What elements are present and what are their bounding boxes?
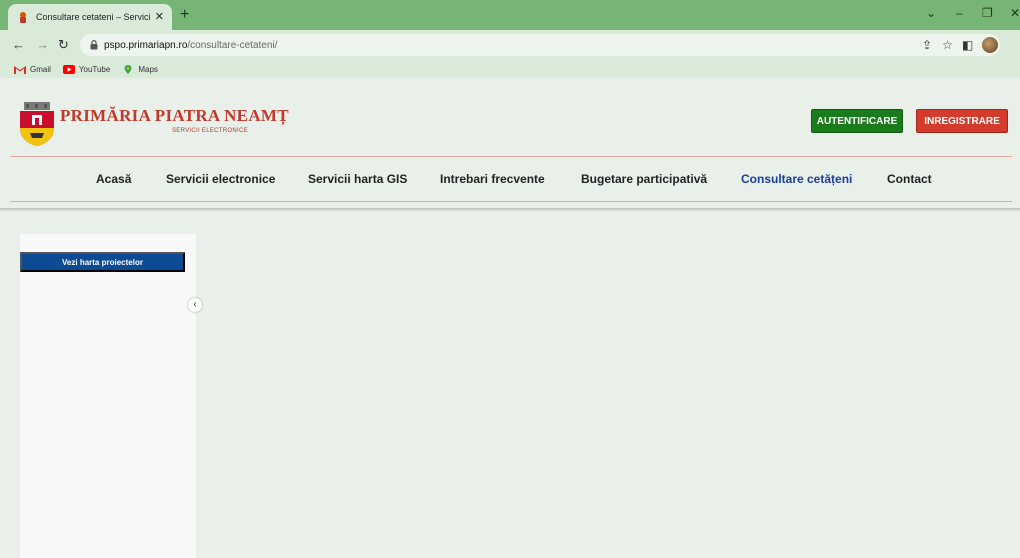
share-icon[interactable]: ⇪	[922, 37, 932, 53]
view-projects-map-button[interactable]: Vezi harta proiectelor	[20, 252, 185, 272]
header-divider-top	[10, 156, 1012, 157]
login-button[interactable]: AUTENTIFICARE	[811, 109, 903, 133]
forward-arrow-icon[interactable]: →	[36, 37, 49, 53]
browser-tabstrip: Consultare cetateni – Servicii ele ✕ + ⌄…	[0, 0, 1020, 30]
header-divider-bottom	[10, 201, 1012, 202]
bookmark-star-icon[interactable]: ☆	[942, 37, 953, 53]
profile-avatar[interactable]	[982, 37, 998, 53]
bookmark-label: Gmail	[30, 64, 51, 74]
projects-side-panel: Vezi harta proiectelor	[20, 234, 196, 558]
nav-item-servicii-harta-gis[interactable]: Servicii harta GIS	[308, 172, 407, 186]
gmail-icon	[14, 65, 26, 74]
bookmark-youtube[interactable]: YouTube	[62, 64, 111, 74]
lock-icon	[90, 40, 98, 50]
tab-close-icon[interactable]: ✕	[155, 11, 164, 23]
tab-title: Consultare cetateni – Servicii ele	[36, 12, 151, 22]
site-header: PRIMĂRIA PIATRA NEAMȚ SERVICII ELECTRONI…	[0, 78, 1020, 210]
bookmarks-bar: Gmail YouTube Maps	[0, 60, 1020, 78]
main-nav: Acasă Servicii electronice Servicii hart…	[0, 172, 1020, 190]
site-favicon-icon	[20, 12, 26, 23]
nav-item-bugetare-participativa[interactable]: Bugetare participativă	[581, 172, 707, 186]
side-panel-icon[interactable]: ◧	[962, 37, 973, 53]
header-shadow	[0, 208, 1020, 212]
collapse-panel-chevron-icon[interactable]: ‹	[188, 298, 202, 312]
tab-search-chevron-icon[interactable]: ⌄	[926, 6, 936, 20]
url-path: /consultare-cetateni/	[187, 39, 278, 51]
browser-tab-active[interactable]: Consultare cetateni – Servicii ele ✕	[8, 4, 172, 30]
city-crest-icon[interactable]	[18, 102, 56, 146]
nav-item-acasa[interactable]: Acasă	[96, 172, 131, 186]
browser-toolbar: ← → ↻ pspo.primariapn.ro /consultare-cet…	[0, 30, 1020, 60]
site-subtitle: SERVICII ELECTRONICE	[172, 128, 248, 134]
register-button[interactable]: INREGISTRARE	[916, 109, 1008, 133]
bookmark-gmail[interactable]: Gmail	[14, 65, 51, 74]
nav-item-consultare-cetateni[interactable]: Consultare cetățeni	[741, 172, 852, 186]
url-host: pspo.primariapn.ro	[104, 39, 188, 51]
address-bar[interactable]: pspo.primariapn.ro /consultare-cetateni/	[80, 34, 1000, 56]
new-tab-button[interactable]: +	[180, 6, 189, 24]
maps-icon	[124, 64, 132, 74]
maximize-icon[interactable]: ❐	[982, 6, 993, 20]
site-title[interactable]: PRIMĂRIA PIATRA NEAMȚ	[60, 106, 289, 126]
youtube-icon	[62, 64, 75, 74]
nav-item-servicii-electronice[interactable]: Servicii electronice	[166, 172, 275, 186]
close-window-icon[interactable]: ✕	[1010, 6, 1020, 20]
nav-item-intrebari-frecvente[interactable]: Intrebari frecvente	[440, 172, 545, 186]
minimize-icon[interactable]: –	[956, 6, 963, 20]
bookmark-label: YouTube	[78, 64, 111, 74]
bookmark-label: Maps	[138, 64, 158, 74]
nav-item-contact[interactable]: Contact	[887, 172, 932, 186]
bookmark-maps[interactable]: Maps	[122, 64, 158, 74]
reload-icon[interactable]: ↻	[58, 37, 69, 53]
back-arrow-icon[interactable]: ←	[12, 37, 25, 53]
